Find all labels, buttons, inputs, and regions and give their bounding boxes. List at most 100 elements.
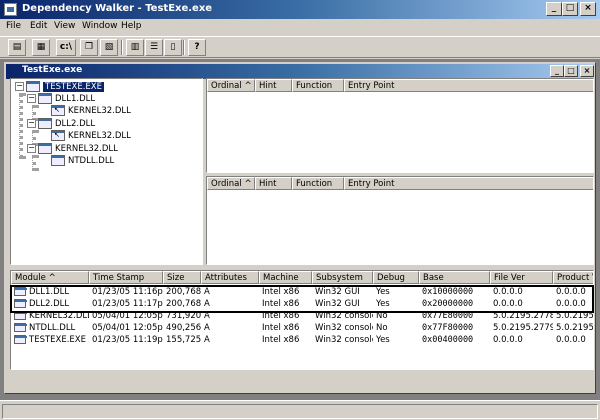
col-ordinal[interactable]: Ordinal ^ xyxy=(207,177,255,190)
table-cell: NTDLL.DLL xyxy=(11,322,89,334)
col-product-ver[interactable]: Product V xyxy=(553,271,593,284)
table-cell: Yes xyxy=(376,335,390,345)
full-paths-icon[interactable]: c:\ xyxy=(56,39,76,56)
tree-node[interactable]: KERNEL32.DLL xyxy=(51,130,131,142)
tree-node-label: KERNEL32.DLL xyxy=(68,131,131,141)
minimize-button[interactable]: _ xyxy=(546,2,562,16)
tree-node-label: KERNEL32.DLL xyxy=(68,106,131,116)
table-cell: Win32 console xyxy=(315,323,373,333)
col-size[interactable]: Size xyxy=(163,271,201,284)
module-icon xyxy=(38,118,52,129)
menu-view[interactable]: View xyxy=(54,21,75,31)
exports-header: Ordinal ^ Hint Function Entry Point xyxy=(207,177,593,190)
copy-icon[interactable]: ❐ xyxy=(80,39,98,56)
title-bar[interactable]: Dependency Walker - TestExe.exe _ □ × xyxy=(0,0,600,19)
parent-imports-pane[interactable]: Ordinal ^ Hint Function Entry Point xyxy=(206,78,594,173)
module-icon xyxy=(51,130,65,141)
tree-node[interactable]: − KERNEL32.DLL xyxy=(27,143,118,155)
help-icon[interactable]: ? xyxy=(188,39,206,56)
table-cell: 05/04/01 12:05p xyxy=(92,323,163,333)
app-icon xyxy=(4,3,17,16)
module-icon xyxy=(14,335,27,344)
col-ordinal[interactable]: Ordinal ^ xyxy=(207,79,255,92)
child-window-title: TestExe.exe xyxy=(22,65,83,75)
table-cell: 0.0.0.0 xyxy=(556,335,586,345)
tree-node[interactable]: − DLL1.DLL xyxy=(27,93,95,105)
open-icon[interactable]: ▤ xyxy=(8,39,26,56)
table-cell: 490,256 xyxy=(166,323,201,333)
module-name: NTDLL.DLL xyxy=(29,323,76,333)
table-row[interactable]: TESTEXE.EXE 01/23/05 11:19p 155,725 A Intel … xyxy=(11,334,593,346)
col-time-stamp[interactable]: Time Stamp xyxy=(89,271,163,284)
table-cell: Intel x86 xyxy=(262,323,300,333)
toolbar: ▤ ▦ c:\ ❐ ▧ ▥ ☰ ▯ ? xyxy=(0,36,600,58)
col-entry-point[interactable]: Entry Point xyxy=(344,177,593,190)
table-row[interactable]: NTDLL.DLL 05/04/01 12:05p 490,256 A Intel x8… xyxy=(11,322,593,334)
collapse-toggle[interactable]: − xyxy=(27,144,36,153)
table-cell: Win32 console xyxy=(315,335,373,345)
table-cell: 155,725 xyxy=(166,335,201,345)
module-icon xyxy=(38,143,52,154)
highlight-box xyxy=(10,285,594,313)
save-icon[interactable]: ▦ xyxy=(32,39,50,56)
table-cell: 0x77F80000 xyxy=(422,323,474,333)
col-machine[interactable]: Machine xyxy=(259,271,312,284)
col-entry-point[interactable]: Entry Point xyxy=(344,79,593,92)
tree-node[interactable]: KERNEL32.DLL xyxy=(51,105,131,117)
table-cell: Intel x86 xyxy=(262,335,300,345)
status-panel xyxy=(2,404,598,419)
menu-bar: File Edit View Window Help xyxy=(0,19,600,35)
module-icon xyxy=(38,93,52,104)
col-function[interactable]: Function xyxy=(292,79,344,92)
table-cell: A xyxy=(204,323,210,333)
collapse-toggle[interactable]: − xyxy=(27,119,36,128)
module-icon xyxy=(26,81,40,92)
maximize-button[interactable]: □ xyxy=(562,2,578,16)
tree-node[interactable]: − DLL2.DLL xyxy=(27,118,95,130)
module-name: TESTEXE.EXE xyxy=(29,335,86,345)
tree-node-label: TESTEXE.EXE xyxy=(43,82,104,92)
tile-vertical-icon[interactable]: ▯ xyxy=(164,39,182,56)
tree-node-label: DLL2.DLL xyxy=(55,119,96,129)
exports-pane[interactable]: Ordinal ^ Hint Function Entry Point xyxy=(206,176,594,265)
close-button[interactable]: × xyxy=(580,2,596,16)
col-debug[interactable]: Debug xyxy=(373,271,419,284)
child-minimize-button[interactable]: _ xyxy=(550,65,564,77)
tree-node[interactable]: NTDLL.DLL xyxy=(51,155,114,167)
col-hint[interactable]: Hint xyxy=(255,177,292,190)
collapse-toggle[interactable]: − xyxy=(15,82,24,91)
properties-icon[interactable]: ▧ xyxy=(100,39,118,56)
tree-node-label: NTDLL.DLL xyxy=(68,156,115,166)
table-cell: 0x00400000 xyxy=(422,335,474,345)
window-title: Dependency Walker - TestExe.exe xyxy=(22,3,213,14)
table-cell: 01/23/05 11:19p xyxy=(92,335,163,345)
toolbar-separator xyxy=(121,40,123,55)
col-base[interactable]: Base xyxy=(419,271,490,284)
col-subsystem[interactable]: Subsystem xyxy=(312,271,373,284)
module-icon xyxy=(14,323,27,332)
tile-horizontal-icon[interactable]: ☰ xyxy=(145,39,163,56)
child-title-bar[interactable]: TestExe.exe _ □ × xyxy=(6,64,594,79)
tree-node-label: KERNEL32.DLL xyxy=(55,144,118,154)
tree-line xyxy=(19,93,23,159)
collapse-toggle[interactable]: − xyxy=(27,94,36,103)
menu-help[interactable]: Help xyxy=(121,21,142,31)
tree-node-root[interactable]: − TESTEXE.EXE xyxy=(15,81,104,93)
table-cell: 5.0.2195 xyxy=(556,323,594,333)
col-function[interactable]: Function xyxy=(292,177,344,190)
module-list-header: Module ^ Time Stamp Size Attributes Mach… xyxy=(11,271,593,284)
table-cell: 0.0.0.0 xyxy=(493,335,523,345)
cascade-icon[interactable]: ▥ xyxy=(126,39,144,56)
child-close-button[interactable]: × xyxy=(580,65,594,77)
status-bar xyxy=(0,400,600,420)
module-tree-pane[interactable]: −TESTEXE.EXE −DLL1.DLL KERNEL32.DLL −DLL… xyxy=(10,78,203,265)
menu-edit[interactable]: Edit xyxy=(30,21,47,31)
menu-window[interactable]: Window xyxy=(82,21,118,31)
col-hint[interactable]: Hint xyxy=(255,79,292,92)
module-icon xyxy=(51,105,65,116)
col-module[interactable]: Module ^ xyxy=(11,271,89,284)
col-file-ver[interactable]: File Ver xyxy=(490,271,553,284)
child-maximize-button[interactable]: □ xyxy=(564,65,578,77)
menu-file[interactable]: File xyxy=(6,21,21,31)
col-attributes[interactable]: Attributes xyxy=(201,271,259,284)
